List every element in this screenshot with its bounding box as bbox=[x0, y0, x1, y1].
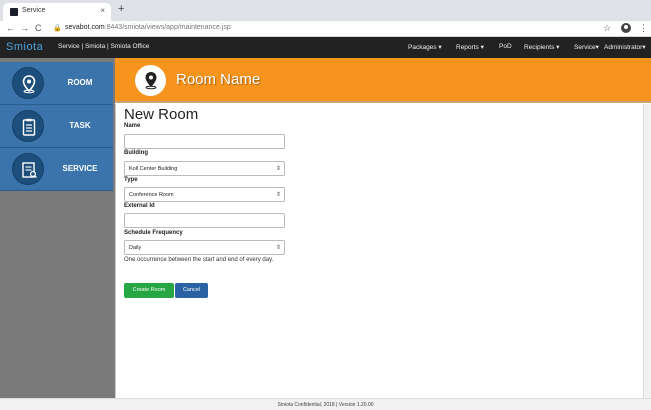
building-value: Koll Center Building bbox=[129, 166, 178, 172]
lock-icon: 🔒 bbox=[53, 25, 62, 32]
type-select[interactable]: Conference Room ⇕ bbox=[124, 187, 285, 202]
menu-reports[interactable]: Reports ▾ bbox=[456, 43, 484, 51]
url-input[interactable]: sevabot.com:8443/smiota/views/app/mainte… bbox=[65, 24, 231, 31]
location-pin-icon bbox=[135, 65, 166, 96]
browser-tab[interactable]: Service × bbox=[3, 3, 111, 21]
back-arrow-icon[interactable]: ← bbox=[6, 23, 15, 33]
footer-text: Smiota Confidential, 2018 | Version 1.20… bbox=[277, 402, 374, 408]
address-bar: ← → C 🔒 sevabot.com:8443/smiota/views/ap… bbox=[0, 21, 651, 37]
clipboard-icon bbox=[12, 110, 44, 142]
building-label: Building bbox=[124, 150, 148, 156]
url-host: sevabot.com bbox=[65, 24, 105, 31]
reload-icon[interactable]: C bbox=[35, 23, 42, 33]
select-arrows-icon: ⇕ bbox=[275, 166, 281, 172]
type-value: Conference Room bbox=[129, 192, 174, 198]
url-path: :8443/smiota/views/app/maintenance.jsp bbox=[104, 24, 231, 31]
new-tab-icon[interactable]: + bbox=[118, 3, 124, 15]
forward-arrow-icon[interactable]: → bbox=[20, 23, 29, 33]
sidebar-item-service[interactable]: SERVICE bbox=[0, 148, 113, 191]
type-label: Type bbox=[124, 177, 138, 183]
sidebar-item-label: ROOM bbox=[67, 78, 93, 87]
create-room-button[interactable]: Create Room bbox=[124, 283, 174, 298]
menu-pod[interactable]: PoD bbox=[499, 43, 512, 50]
schedule-frequency-select[interactable]: Daily ⇕ bbox=[124, 240, 285, 255]
tab-close-icon[interactable]: × bbox=[100, 6, 105, 15]
menu-recipients[interactable]: Recipients ▾ bbox=[524, 43, 559, 51]
top-navbar: Smiota Service | Smiota | Smiota Office … bbox=[0, 37, 651, 58]
location-pin-icon bbox=[12, 67, 44, 99]
building-select[interactable]: Koll Center Building ⇕ bbox=[124, 161, 285, 176]
sidebar-item-task[interactable]: TASK bbox=[0, 105, 113, 148]
navbar-subtitle: Service | Smiota | Smiota Office bbox=[58, 43, 150, 50]
browser-menu-icon[interactable]: ⋮ bbox=[639, 23, 648, 34]
document-search-icon bbox=[12, 153, 44, 185]
brand-logo[interactable]: Smiota bbox=[6, 41, 43, 53]
name-input[interactable] bbox=[124, 134, 285, 149]
form-title: New Room bbox=[124, 106, 199, 123]
browser-tab-bar: Service × + bbox=[0, 0, 651, 21]
select-arrows-icon: ⇕ bbox=[275, 245, 281, 251]
page-header-band: Room Name bbox=[115, 58, 651, 103]
name-label: Name bbox=[124, 123, 141, 129]
schedule-frequency-label: Schedule Frequency bbox=[124, 230, 183, 236]
bookmark-star-icon[interactable]: ☆ bbox=[603, 23, 611, 34]
sidebar-item-room[interactable]: ROOM bbox=[0, 62, 113, 105]
select-arrows-icon: ⇕ bbox=[275, 192, 281, 198]
sidebar: ROOM TASK SERVICE bbox=[0, 58, 115, 398]
external-id-input[interactable] bbox=[124, 213, 285, 228]
external-id-label: External Id bbox=[124, 203, 155, 209]
menu-service[interactable]: Service▾ bbox=[574, 43, 599, 51]
scrollbar[interactable] bbox=[643, 104, 651, 398]
app-window: Service × + ← → C 🔒 sevabot.com:8443/smi… bbox=[0, 0, 651, 410]
footer: Smiota Confidential, 2018 | Version 1.20… bbox=[0, 398, 651, 410]
sidebar-item-label: TASK bbox=[69, 121, 91, 130]
menu-administrator[interactable]: Administrator▾ bbox=[604, 43, 646, 51]
account-icon[interactable] bbox=[621, 23, 631, 33]
page-title: Room Name bbox=[176, 71, 261, 88]
menu-packages[interactable]: Packages ▾ bbox=[408, 43, 442, 51]
tab-favicon-icon bbox=[10, 8, 18, 16]
sidebar-item-label: SERVICE bbox=[62, 164, 98, 173]
tab-title: Service bbox=[22, 7, 46, 14]
frequency-value: Daily bbox=[129, 245, 142, 251]
frequency-help-text: One occurrence between the start and end… bbox=[124, 257, 274, 263]
cancel-button[interactable]: Cancel bbox=[175, 283, 208, 298]
